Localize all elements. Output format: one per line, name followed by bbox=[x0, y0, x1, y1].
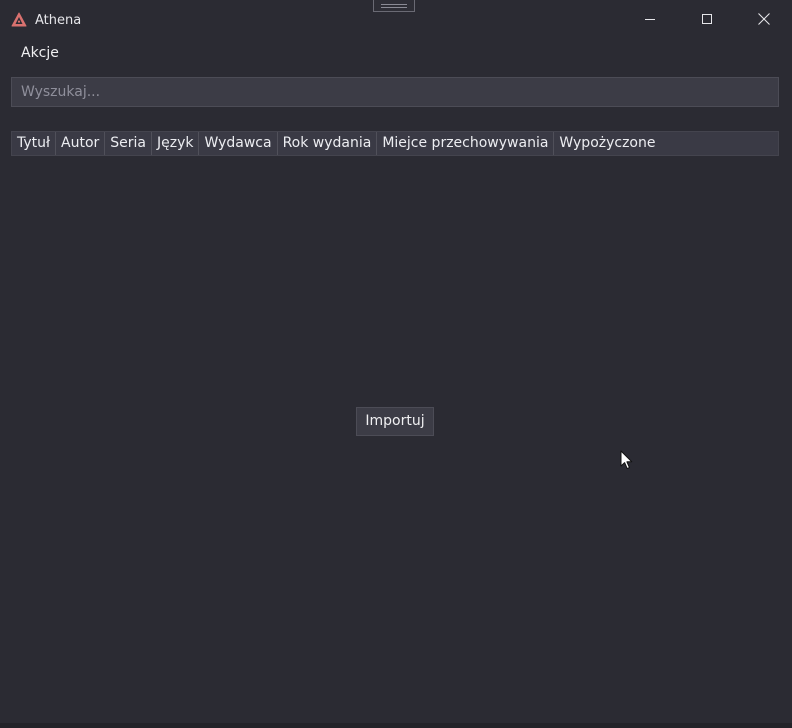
minimize-button[interactable] bbox=[627, 0, 673, 38]
column-header-author[interactable]: Autor bbox=[56, 132, 106, 155]
import-button[interactable]: Importuj bbox=[356, 407, 434, 436]
minimize-icon bbox=[645, 19, 655, 20]
column-header-location[interactable]: Miejce przechowywania bbox=[377, 132, 555, 155]
search-input[interactable] bbox=[11, 77, 779, 107]
window-bottom-edge bbox=[0, 723, 792, 728]
column-header-title[interactable]: Tytuł bbox=[12, 132, 56, 155]
app-logo-icon bbox=[11, 12, 27, 27]
window-title: Athena bbox=[35, 13, 82, 28]
title-bar[interactable]: Athena bbox=[0, 0, 792, 38]
close-button[interactable] bbox=[741, 0, 787, 38]
drag-handle[interactable] bbox=[373, 0, 415, 12]
maximize-button[interactable] bbox=[684, 0, 730, 38]
table-header: Tytuł Autor Seria Język Wydawca Rok wyda… bbox=[11, 131, 779, 156]
mouse-cursor-icon bbox=[620, 450, 633, 470]
app-window: Athena Akcje Tytuł Autor Seria Język Wyd… bbox=[0, 0, 792, 728]
column-header-series[interactable]: Seria bbox=[105, 132, 152, 155]
menu-akcje[interactable]: Akcje bbox=[15, 40, 65, 66]
column-header-language[interactable]: Język bbox=[152, 132, 200, 155]
column-header-publisher[interactable]: Wydawca bbox=[199, 132, 278, 155]
close-icon bbox=[758, 13, 770, 25]
column-header-year[interactable]: Rok wydania bbox=[278, 132, 378, 155]
maximize-icon bbox=[702, 14, 712, 24]
column-header-borrowed[interactable]: Wypożyczone bbox=[554, 132, 660, 155]
